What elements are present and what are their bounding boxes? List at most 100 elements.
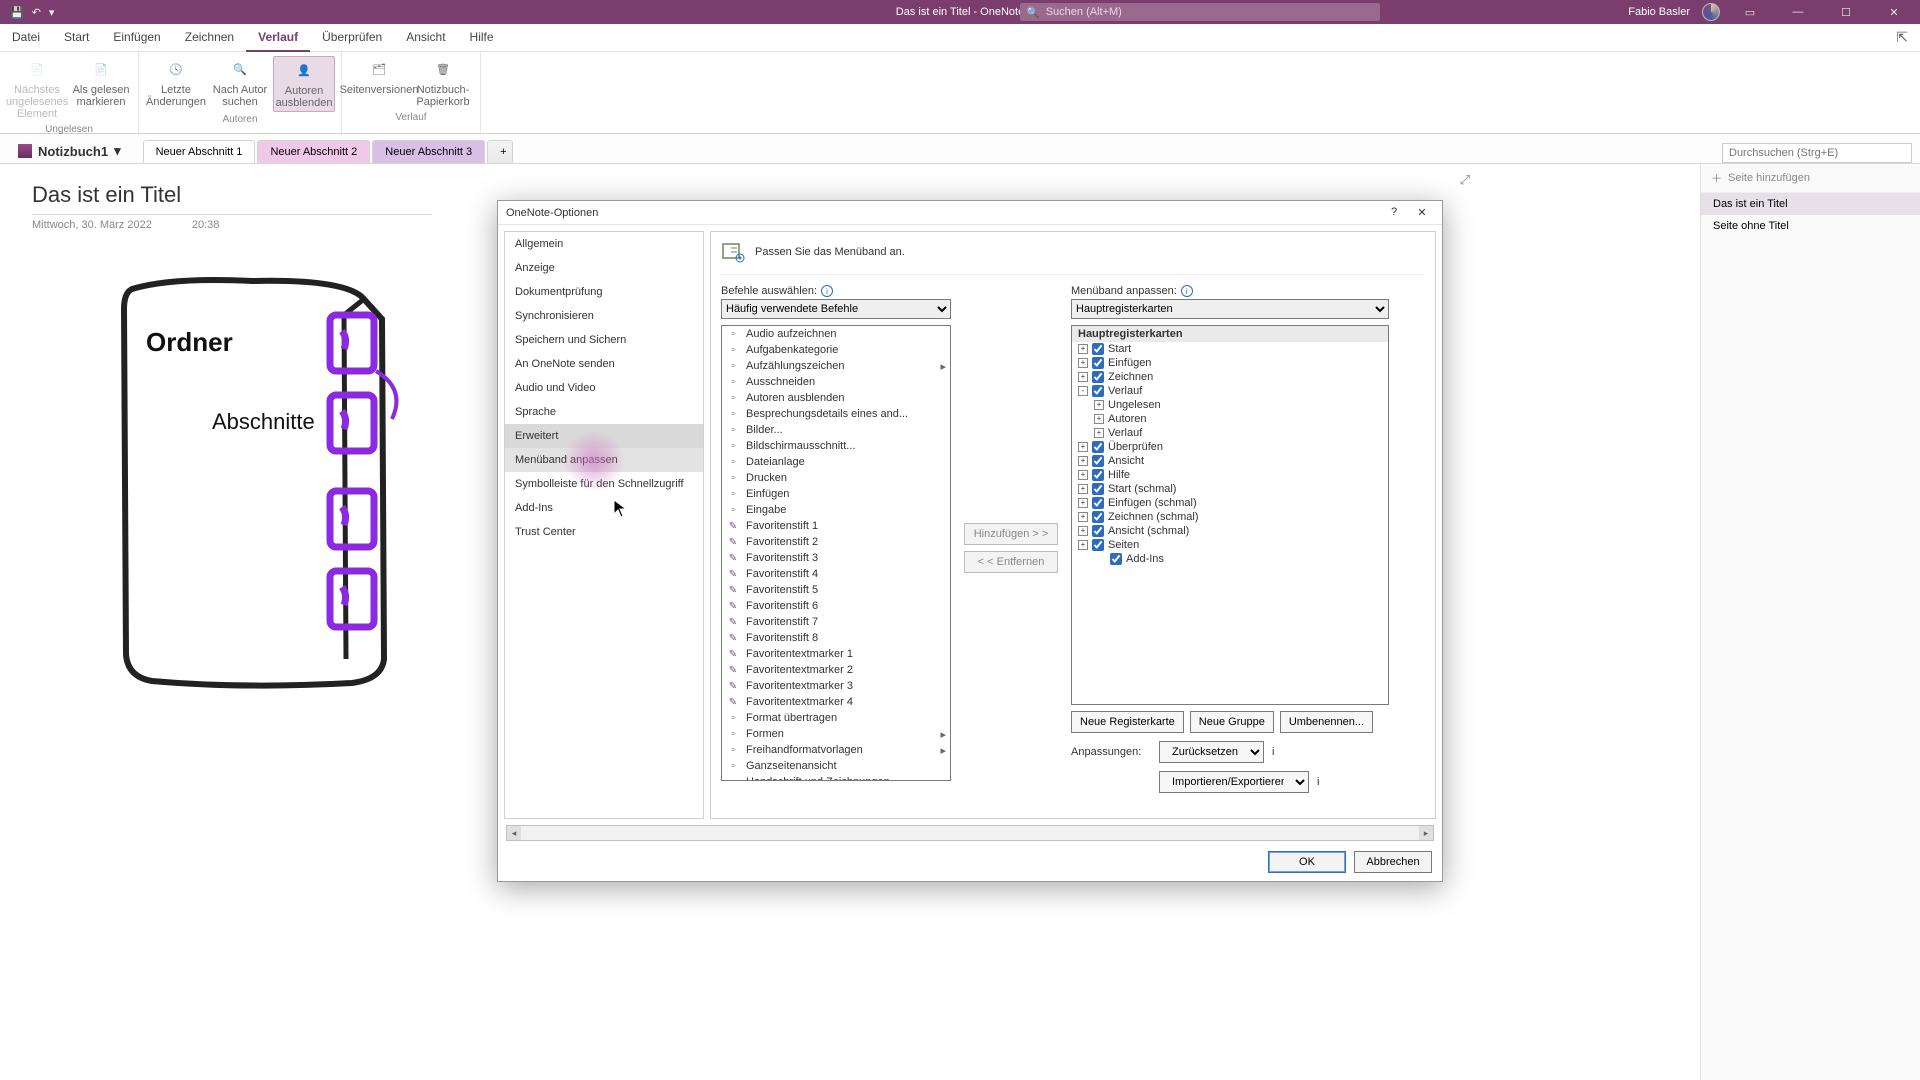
command-item[interactable]: ✎Favoritentextmarker 1 [722,646,950,662]
command-item[interactable]: ✎Favoritenstift 3 [722,550,950,566]
customize-qa-icon[interactable]: ▾ [49,6,55,19]
tree-checkbox[interactable] [1092,511,1104,523]
tree-node[interactable]: +Start [1072,342,1388,356]
command-item[interactable]: ✎Favoritentextmarker 3 [722,678,950,694]
menu-tab-einfügen[interactable]: Einfügen [101,24,172,52]
command-item[interactable]: ▫Besprechungsdetails eines and... [722,406,950,422]
command-item[interactable]: ▫Drucken [722,470,950,486]
tree-expander-icon[interactable]: + [1078,442,1088,452]
section-tab[interactable]: Neuer Abschnitt 1 [143,140,256,163]
tree-checkbox[interactable] [1092,497,1104,509]
tree-expander-icon[interactable]: - [1078,386,1088,396]
tree-checkbox[interactable] [1092,525,1104,537]
tree-node[interactable]: +Hilfe [1072,468,1388,482]
tree-checkbox[interactable] [1092,371,1104,383]
menu-tab-verlauf[interactable]: Verlauf [246,24,310,52]
tree-node[interactable]: +Einfügen (schmal) [1072,496,1388,510]
command-item[interactable]: ✎Favoritenstift 1 [722,518,950,534]
tree-node[interactable]: +Ungelesen [1072,398,1388,412]
dialog-close-icon[interactable]: ✕ [1410,206,1434,219]
commands-list[interactable]: ▫Audio aufzeichnen▫Aufgabenkategorie▫Auf… [721,325,951,781]
info-icon[interactable]: i [1317,776,1319,788]
tree-expander-icon[interactable]: + [1094,414,1104,424]
import-export-dropdown[interactable]: Importieren/Exportieren [1159,771,1309,793]
add-page-button[interactable]: ＋Seite hinzufügen [1701,164,1920,193]
tree-expander-icon[interactable]: + [1078,484,1088,494]
info-icon[interactable]: i [821,285,833,297]
user-avatar[interactable] [1702,3,1720,21]
command-item[interactable]: ✎Favoritentextmarker 2 [722,662,950,678]
tree-checkbox[interactable] [1092,385,1104,397]
tree-expander-icon[interactable]: + [1078,372,1088,382]
close-icon[interactable]: ✕ [1876,0,1912,24]
options-category[interactable]: Audio und Video [505,376,703,400]
find-by-author-button[interactable]: 🔍Nach Autor suchen [209,56,271,112]
tree-checkbox[interactable] [1092,455,1104,467]
options-category[interactable]: Dokumentprüfung [505,280,703,304]
tree-expander-icon[interactable]: + [1078,456,1088,466]
command-item[interactable]: ▫Ganzseitenansicht [722,758,950,774]
recent-changes-button[interactable]: 🕓Letzte Änderungen [145,56,207,112]
next-unread-button[interactable]: 📄Nächstes ungelesenes Element [6,56,68,122]
options-category[interactable]: Add-Ins [505,496,703,520]
tree-expander-icon[interactable]: + [1078,470,1088,480]
options-category[interactable]: Speichern und Sichern [505,328,703,352]
command-item[interactable]: ▫Format übertragen [722,710,950,726]
reset-dropdown[interactable]: Zurücksetzen [1159,741,1264,763]
tree-expander-icon[interactable]: + [1078,358,1088,368]
dialog-hscrollbar[interactable]: ◂▸ [506,825,1434,841]
maximize-icon[interactable]: ☐ [1828,0,1864,24]
command-item[interactable]: ▫Einfügen [722,486,950,502]
tree-expander-icon[interactable]: + [1094,428,1104,438]
tree-node[interactable]: +Zeichnen (schmal) [1072,510,1388,524]
tree-node[interactable]: -Verlauf [1072,384,1388,398]
rename-button[interactable]: Umbenennen... [1280,711,1373,733]
command-item[interactable]: ▫Dateianlage [722,454,950,470]
add-section-button[interactable]: + [487,140,513,163]
command-item[interactable]: ✎Favoritentextmarker 4 [722,694,950,710]
new-group-button[interactable]: Neue Gruppe [1190,711,1274,733]
command-item[interactable]: ✎Favoritenstift 8 [722,630,950,646]
command-item[interactable]: ▫Handschrift und Zeichnungen ... [722,774,950,781]
tree-node[interactable]: +Start (schmal) [1072,482,1388,496]
tree-checkbox[interactable] [1092,343,1104,355]
tree-node[interactable]: +Autoren [1072,412,1388,426]
info-icon[interactable]: i [1272,746,1274,758]
page-list-item[interactable]: Das ist ein Titel [1701,193,1920,215]
tree-node[interactable]: Add-Ins [1072,552,1388,566]
dialog-help-icon[interactable]: ? [1382,206,1406,219]
ribbon-tree[interactable]: Hauptregisterkarten +Start+Einfügen+Zeic… [1071,325,1389,705]
page-versions-button[interactable]: 🗂Seitenversionen [348,56,410,110]
command-item[interactable]: ▫Freihandformatvorlagen▸ [722,742,950,758]
page-list-item[interactable]: Seite ohne Titel [1701,215,1920,237]
add-command-button[interactable]: Hinzufügen > > [964,523,1058,545]
section-tab[interactable]: Neuer Abschnitt 3 [372,140,485,163]
customize-ribbon-combo[interactable]: Hauptregisterkarten [1071,299,1389,319]
menu-tab-ansicht[interactable]: Ansicht [394,24,457,52]
command-item[interactable]: ▫Ausschneiden [722,374,950,390]
ribbon-mode-icon[interactable]: ▭ [1732,0,1768,24]
command-item[interactable]: ✎Favoritenstift 2 [722,534,950,550]
command-item[interactable]: ▫Eingabe [722,502,950,518]
menu-tab-zeichnen[interactable]: Zeichnen [173,24,246,52]
tree-checkbox[interactable] [1092,469,1104,481]
save-icon[interactable]: 💾 [10,6,24,19]
tree-checkbox[interactable] [1092,441,1104,453]
command-item[interactable]: ▫Aufzählungszeichen▸ [722,358,950,374]
menu-tab-datei[interactable]: Datei [0,24,52,52]
notes-search-input[interactable] [1722,143,1912,163]
ok-button[interactable]: OK [1268,851,1346,873]
section-tab[interactable]: Neuer Abschnitt 2 [257,140,370,163]
notebook-trash-button[interactable]: 🗑Notizbuch- Papierkorb [412,56,474,110]
command-item[interactable]: ✎Favoritenstift 4 [722,566,950,582]
options-category[interactable]: Trust Center [505,520,703,544]
mark-read-button[interactable]: 📄Als gelesen markieren [70,56,132,122]
options-category[interactable]: Sprache [505,400,703,424]
command-item[interactable]: ▫Aufgabenkategorie [722,342,950,358]
tree-node[interactable]: +Einfügen [1072,356,1388,370]
tree-expander-icon[interactable]: + [1078,344,1088,354]
command-item[interactable]: ✎Favoritenstift 5 [722,582,950,598]
tree-expander-icon[interactable]: + [1078,526,1088,536]
choose-commands-combo[interactable]: Häufig verwendete Befehle [721,299,951,319]
command-item[interactable]: ▫Autoren ausblenden [722,390,950,406]
